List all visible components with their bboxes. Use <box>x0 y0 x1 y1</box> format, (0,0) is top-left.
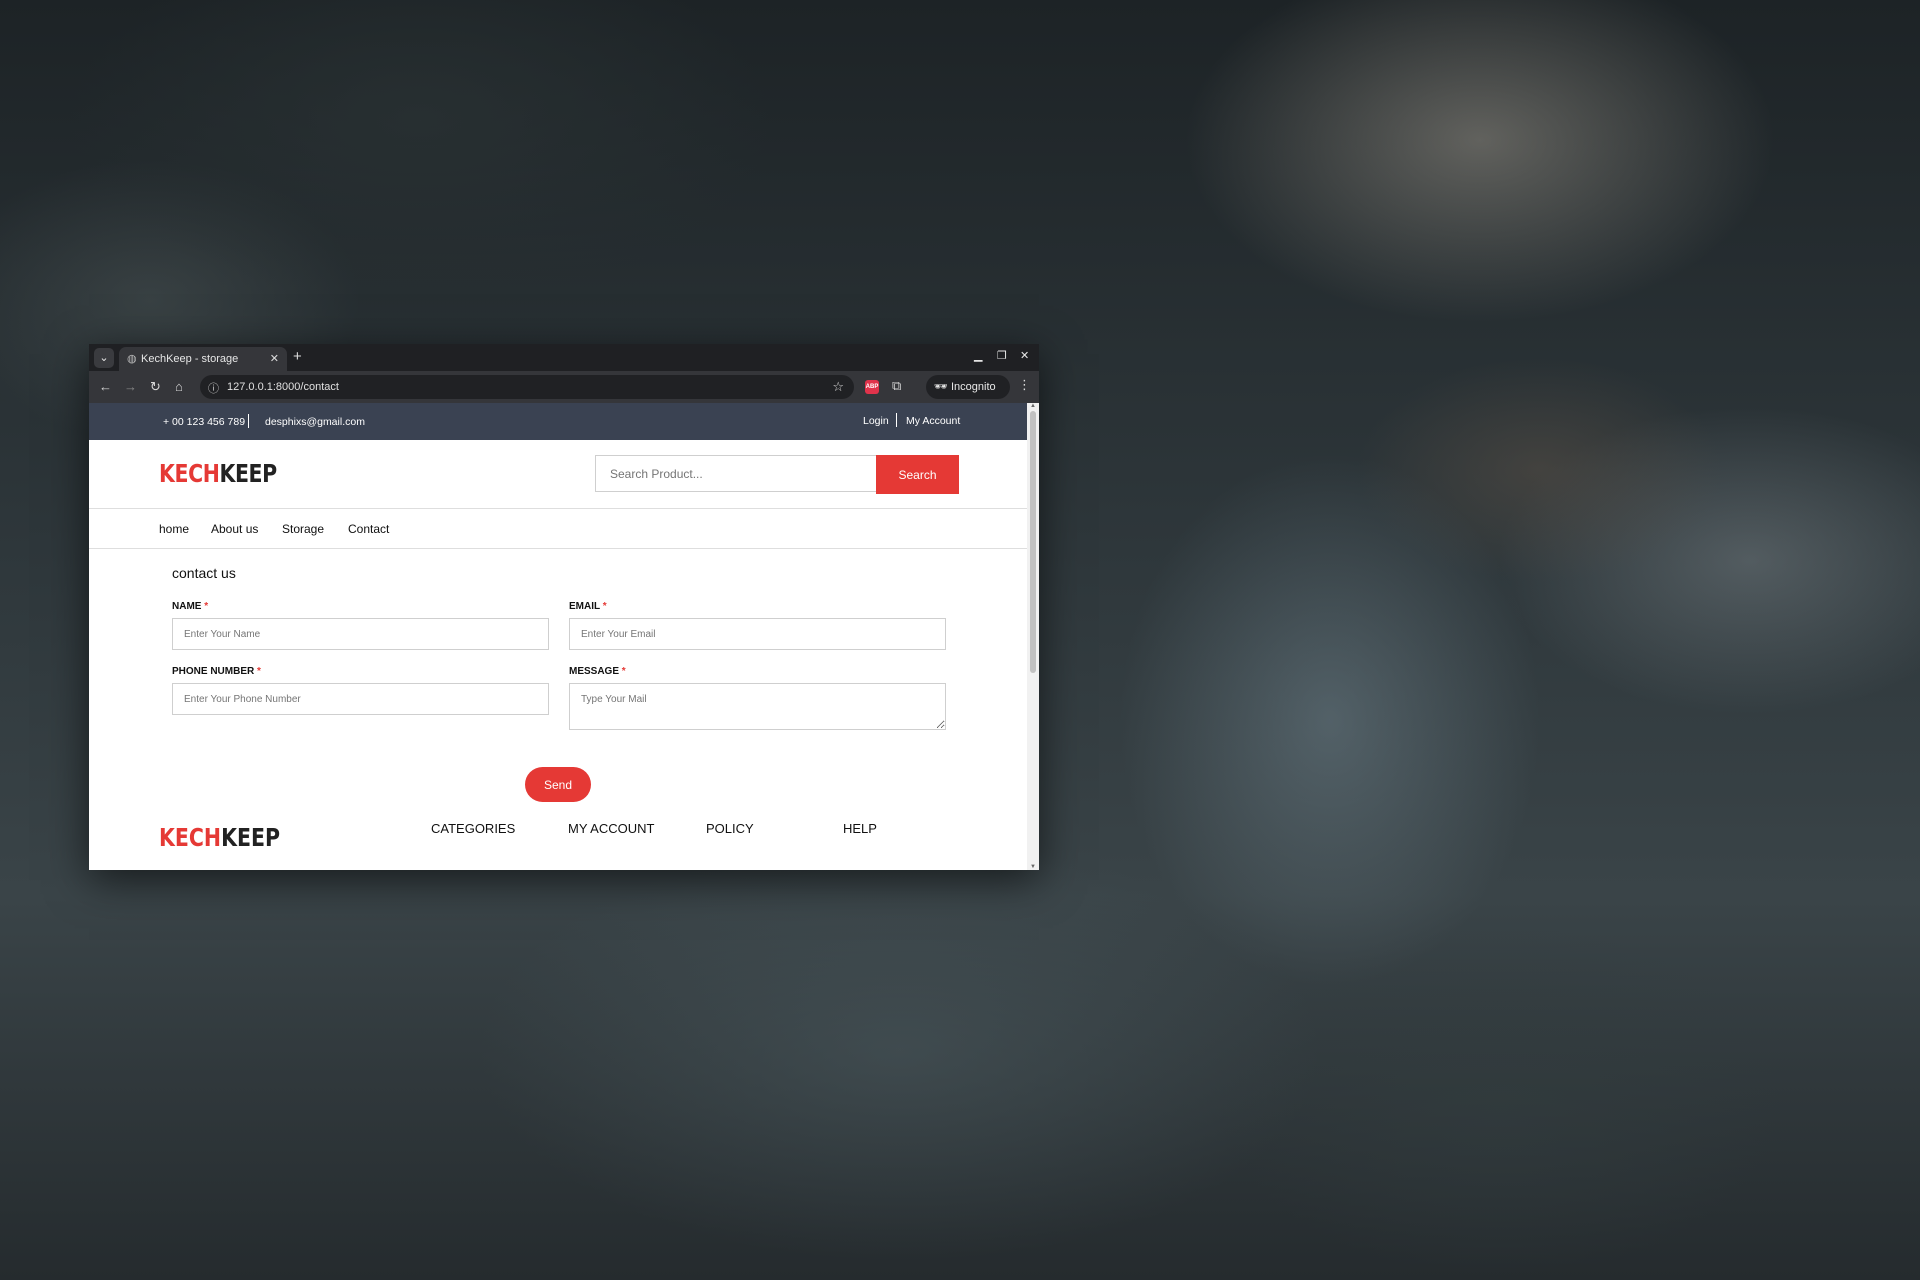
nav-item-contact[interactable]: Contact <box>348 522 389 536</box>
forward-icon[interactable]: → <box>124 379 137 394</box>
bookmark-star-icon[interactable]: ☆ <box>832 379 844 395</box>
message-field[interactable] <box>569 683 946 730</box>
footer-policy-heading: POLICY <box>706 821 754 836</box>
main-nav: home About us Storage Contact <box>89 509 1027 549</box>
new-tab-button[interactable]: + <box>293 348 302 365</box>
scroll-up-icon[interactable]: ▲ <box>1030 403 1036 409</box>
restore-icon[interactable]: ❐ <box>997 349 1007 362</box>
email-label: EMAIL * <box>569 601 607 612</box>
phone-label-text: PHONE NUMBER <box>172 666 255 677</box>
logo-part-red: KECH <box>159 823 222 852</box>
url-text: 127.0.0.1:8000/contact <box>227 381 339 393</box>
divider <box>896 413 897 427</box>
reload-icon[interactable]: ↻ <box>150 379 161 395</box>
extensions-puzzle-icon[interactable]: ⧉ <box>892 378 901 394</box>
site-info-icon[interactable]: ⓘ <box>208 380 219 396</box>
close-window-icon[interactable]: ✕ <box>1020 349 1029 362</box>
top-info-bar: + 00 123 456 789 desphixs@gmail.com Logi… <box>89 403 1027 440</box>
name-label: NAME * <box>172 601 208 612</box>
incognito-label: Incognito <box>951 381 996 393</box>
logo-part-dark: KEEP <box>221 823 281 852</box>
contact-email: desphixs@gmail.com <box>265 416 365 428</box>
minimize-icon[interactable]: ▁ <box>974 349 982 362</box>
footer-categories-heading: CATEGORIES <box>431 821 516 836</box>
required-mark: * <box>602 601 607 612</box>
incognito-indicator[interactable]: 🕶 Incognito <box>926 375 1010 399</box>
page-viewport: + 00 123 456 789 desphixs@gmail.com Logi… <box>89 403 1027 870</box>
email-field[interactable] <box>569 618 946 650</box>
phone-field[interactable] <box>172 683 549 715</box>
home-icon[interactable]: ⌂ <box>175 379 183 394</box>
tab-strip: ⌄ ◍ KechKeep - storage ✕ + ▁ ❐ ✕ <box>89 344 1039 371</box>
browser-menu-icon[interactable]: ⋮ <box>1018 377 1031 393</box>
site-header: KECHKEEP Search <box>89 440 1027 509</box>
name-field[interactable] <box>172 618 549 650</box>
browser-window: ⌄ ◍ KechKeep - storage ✕ + ▁ ❐ ✕ ← → ↻ ⌂… <box>89 344 1039 870</box>
nav-item-home[interactable]: home <box>159 522 189 536</box>
contact-phone: + 00 123 456 789 <box>163 416 246 428</box>
footer-my-account-heading: MY ACCOUNT <box>568 821 655 836</box>
tab-active[interactable]: ◍ KechKeep - storage ✕ <box>119 347 287 371</box>
send-button[interactable]: Send <box>525 767 591 802</box>
logo-part-dark: KEEP <box>219 459 277 488</box>
logo-part-red: KECH <box>159 459 220 488</box>
nav-item-storage[interactable]: Storage <box>282 522 324 536</box>
footer-help-heading: HELP <box>843 821 877 836</box>
scrollbar-thumb[interactable] <box>1030 411 1036 673</box>
adblock-extension-icon[interactable]: ABP <box>865 380 879 394</box>
nav-item-about[interactable]: About us <box>211 522 258 536</box>
tab-search-button[interactable]: ⌄ <box>94 348 114 368</box>
my-account-link[interactable]: My Account <box>906 415 960 427</box>
page-scrollbar[interactable]: ▲ ▼ <box>1027 403 1039 870</box>
search-button[interactable]: Search <box>876 455 959 494</box>
search-input[interactable] <box>595 455 876 492</box>
tab-close-icon[interactable]: ✕ <box>270 352 279 365</box>
site-logo[interactable]: KECHKEEP <box>159 459 277 488</box>
contact-section: contact us NAME * EMAIL * PHONE NUMBER *… <box>89 549 1027 809</box>
address-bar[interactable]: ⓘ 127.0.0.1:8000/contact ☆ <box>200 375 854 399</box>
back-icon[interactable]: ← <box>99 379 112 394</box>
required-mark: * <box>204 601 209 612</box>
phone-label: PHONE NUMBER * <box>172 666 261 677</box>
globe-icon: ◍ <box>127 353 137 365</box>
required-mark: * <box>257 666 261 677</box>
email-label-text: EMAIL <box>569 601 600 612</box>
page-title: contact us <box>172 565 236 581</box>
tab-title: KechKeep - storage <box>141 353 239 365</box>
scroll-down-icon[interactable]: ▼ <box>1030 864 1036 870</box>
message-label: MESSAGE * <box>569 666 626 677</box>
footer-logo[interactable]: KECHKEEP <box>159 823 280 852</box>
site-footer: KECHKEEP CATEGORIES MY ACCOUNT POLICY HE… <box>89 809 1027 870</box>
message-label-text: MESSAGE <box>569 666 620 677</box>
required-mark: * <box>621 666 626 677</box>
browser-toolbar: ← → ↻ ⌂ ⓘ 127.0.0.1:8000/contact ☆ ABP ⧉… <box>89 371 1039 403</box>
incognito-icon: 🕶 <box>934 381 948 393</box>
name-label-text: NAME <box>172 601 202 612</box>
divider <box>248 414 249 428</box>
login-link[interactable]: Login <box>863 415 889 427</box>
